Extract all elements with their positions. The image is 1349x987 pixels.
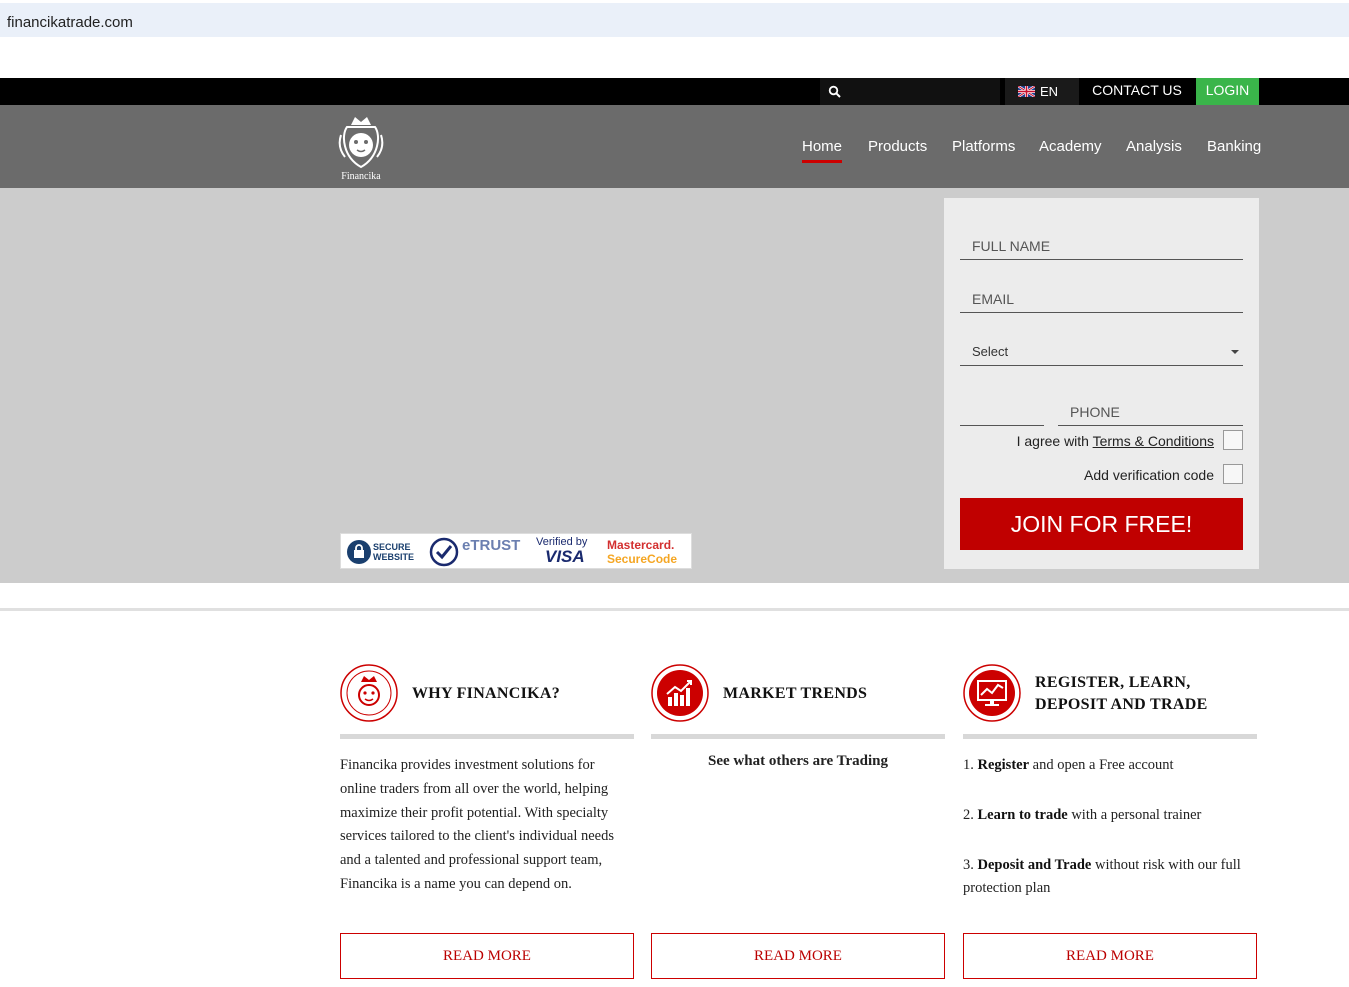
url-text: financikatrade.com [7,14,133,31]
verification-label: Add verification code [1084,467,1214,483]
etrust-badge: eTRUST [427,534,523,570]
language-selector[interactable]: EN [1005,78,1079,105]
terms-text: I agree with Terms & Conditions [1017,433,1214,449]
nav-academy[interactable]: Academy [1039,138,1102,155]
read-more-button[interactable]: READ MORE [340,933,634,979]
website-label: WEBSITE [373,552,415,562]
top-bar: EN CONTACT US LOGIN [0,78,1349,105]
column-title: WHY FINANCIKA? [412,685,561,702]
step-bold: Deposit and Trade [977,856,1092,873]
steps-list: 1. Register and open a Free account 2. L… [963,754,1257,901]
column-title: MARKET TRENDS [723,685,868,702]
step-item: 2. Learn to trade with a personal traine… [963,804,1257,828]
read-more-button[interactable]: READ MORE [963,933,1257,979]
language-label: EN [1040,84,1059,99]
terms-link[interactable]: Terms & Conditions [1093,433,1214,449]
uk-flag-icon [1018,86,1035,97]
step-text: and open a Free account [1029,757,1174,773]
browser-url-bar[interactable]: financikatrade.com [0,3,1349,37]
padlock-icon [347,540,371,564]
email-field[interactable]: EMAIL [960,261,1243,313]
step-number: 3. [963,856,974,873]
step-bold: Register [977,757,1030,773]
column-rule [963,734,1257,739]
email-placeholder: EMAIL [972,291,1015,307]
step-number: 1. [963,757,974,773]
nav-platforms[interactable]: Platforms [952,138,1015,155]
search-icon [828,85,841,98]
nav-home[interactable]: Home [802,138,843,163]
step-number: 2. [963,806,974,823]
column-body: Financika provides investment solutions … [340,757,615,892]
nav-products[interactable]: Products [868,138,927,155]
country-select[interactable]: Select [960,314,1243,366]
phone-code-field[interactable] [960,374,1044,426]
verification-row: Add verification code [960,464,1243,486]
full-name-field[interactable]: FULL NAME [960,208,1243,260]
contact-us-link[interactable]: CONTACT US [1084,78,1190,105]
etrust-label: eTRUST [462,537,521,554]
search-input[interactable] [820,78,1000,105]
verified-by-visa-badge: Verified by VISA [533,534,599,570]
step-bold: Learn to trade [977,806,1068,823]
agree-label: I agree with [1016,433,1093,449]
title-line-1: REGISTER, LEARN, [1035,674,1191,691]
visa-label: VISA [545,547,585,566]
security-badges: SECURE WEBSITE eTRUST Verified by VISA M… [340,533,692,569]
nav-banking[interactable]: Banking [1207,138,1261,155]
mastercard-label: Mastercard. [607,538,675,552]
terms-row: I agree with Terms & Conditions [960,430,1243,452]
column-rule [340,734,634,739]
step-item: 1. Register and open a Free account [963,754,1257,778]
logo-text: Financika [341,171,381,182]
step-text: with a personal trainer [1067,806,1202,823]
section-divider [0,608,1349,611]
lion-crest-icon [338,117,384,169]
securecode-label: SecureCode [607,552,678,566]
full-name-placeholder: FULL NAME [972,238,1051,254]
title-line-2: DEPOSIT AND TRADE [1035,696,1208,713]
mastercard-securecode-badge: Mastercard. SecureCode [605,534,689,570]
select-label: Select [972,344,1009,359]
terms-checkbox[interactable] [1223,430,1243,450]
column-rule [651,734,945,739]
verification-checkbox[interactable] [1223,464,1243,484]
main-nav: Financika Home Products Platforms Academ… [0,105,1349,188]
step-item: 3. Deposit and Trade without risk with o… [963,854,1257,902]
nav-analysis[interactable]: Analysis [1126,138,1182,155]
column-subtitle: See what others are Trading [708,753,888,769]
signup-form: FULL NAME EMAIL Select PHONE I agree wit… [944,198,1259,569]
chevron-down-icon [1231,350,1239,354]
logo[interactable]: Financika [333,113,389,185]
lion-emblem-icon [340,664,398,722]
join-button[interactable]: JOIN FOR FREE! [960,498,1243,550]
secure-label: SECURE [373,542,411,552]
login-button[interactable]: LOGIN [1196,78,1259,105]
monitor-chart-icon [963,664,1021,722]
column-title: REGISTER, LEARN, DEPOSIT AND TRADE [1035,672,1208,716]
read-more-button[interactable]: READ MORE [651,933,945,979]
hero-section: SECURE WEBSITE eTRUST Verified by VISA M… [0,188,1349,583]
phone-placeholder: PHONE [1070,404,1120,420]
secure-website-badge: SECURE WEBSITE [345,534,425,570]
phone-field[interactable]: PHONE [1058,374,1243,426]
checkmark-seal-icon [429,537,459,567]
bar-chart-icon [651,664,709,722]
